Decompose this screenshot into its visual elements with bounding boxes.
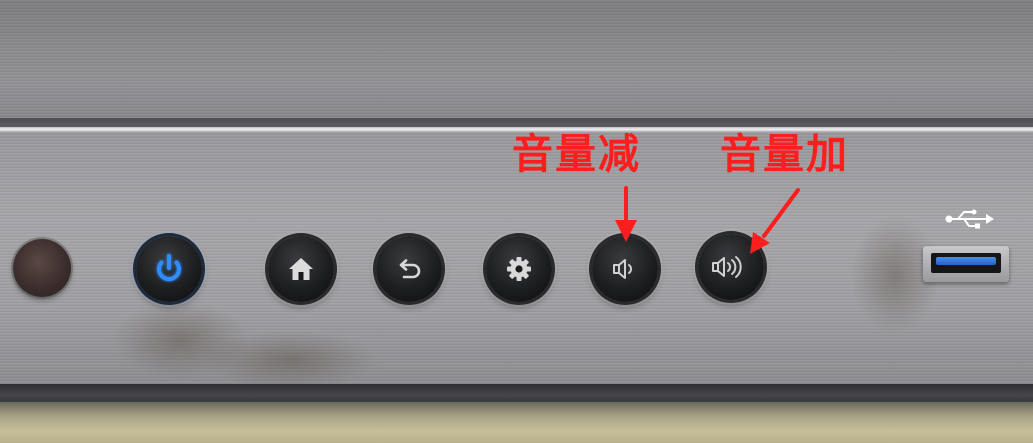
volume-down-pointer-arrow bbox=[615, 186, 637, 242]
volume-down-label: 音量减 bbox=[512, 130, 641, 178]
ir-sensor bbox=[13, 239, 71, 297]
back-button[interactable] bbox=[376, 236, 442, 302]
back-arrow-icon bbox=[399, 259, 421, 279]
gear-icon bbox=[507, 257, 531, 281]
home-icon bbox=[289, 258, 313, 280]
speaker-low-icon bbox=[613, 259, 632, 279]
home-button[interactable] bbox=[268, 236, 334, 302]
usb-port[interactable] bbox=[923, 246, 1009, 282]
power-button[interactable] bbox=[136, 236, 202, 302]
base-strip bbox=[0, 402, 1033, 443]
volume-up-label: 音量加 bbox=[720, 130, 849, 178]
panel-bottom-edge bbox=[0, 384, 1033, 402]
volume-down-button[interactable] bbox=[592, 236, 658, 302]
usb-slot bbox=[931, 253, 1001, 273]
usb-tongue bbox=[936, 257, 996, 265]
upper-panel bbox=[0, 0, 1033, 122]
usb-icon bbox=[945, 209, 994, 229]
surface-stain bbox=[200, 330, 380, 390]
power-icon bbox=[157, 254, 181, 282]
settings-button[interactable] bbox=[486, 236, 552, 302]
volume-up-pointer-arrow bbox=[750, 188, 800, 254]
